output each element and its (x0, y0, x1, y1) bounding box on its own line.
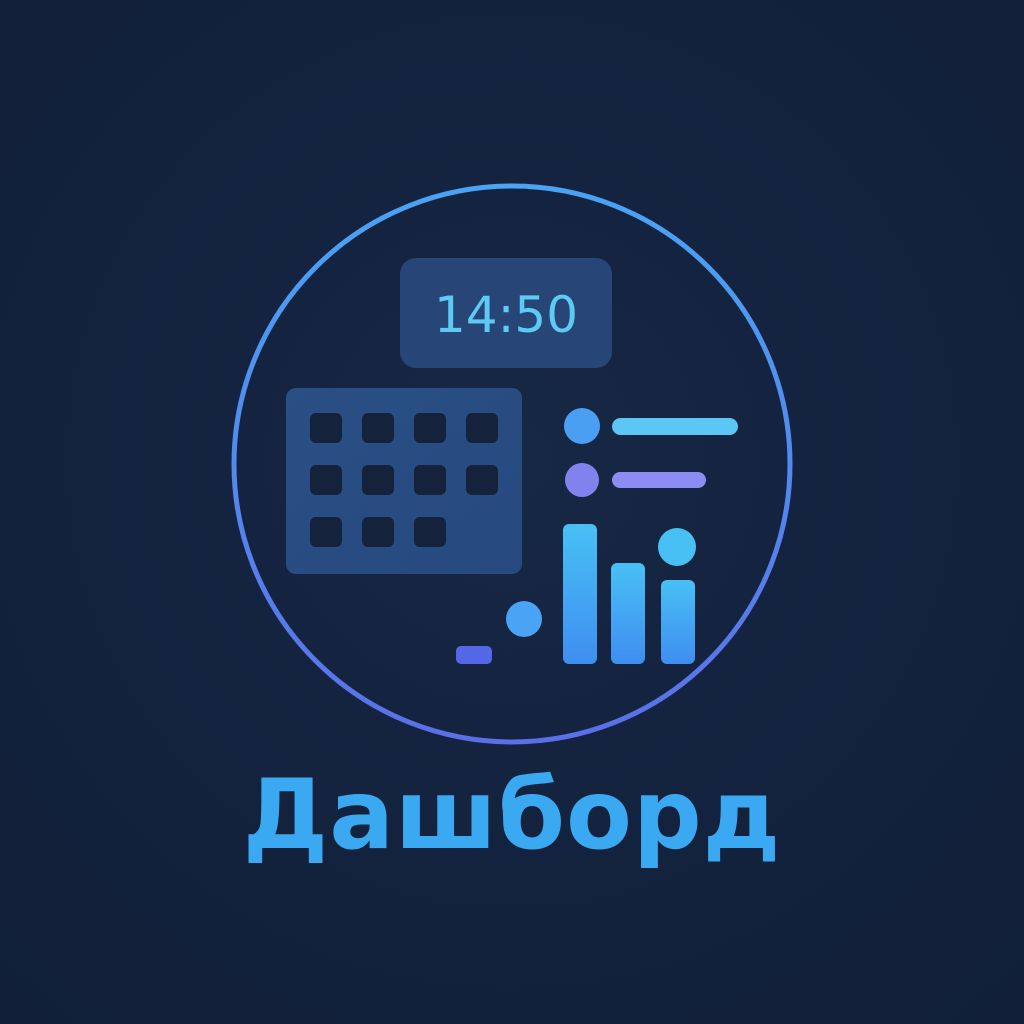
dashboard-logo: 14:50 Дашборд (0, 0, 1024, 1024)
clock-time: 14:50 (434, 286, 578, 344)
calendar-grid-icon (286, 388, 522, 574)
clock-badge-icon: 14:50 (400, 258, 612, 368)
list-lines-icon (564, 408, 738, 497)
dashboard-title: Дашборд (242, 759, 782, 871)
